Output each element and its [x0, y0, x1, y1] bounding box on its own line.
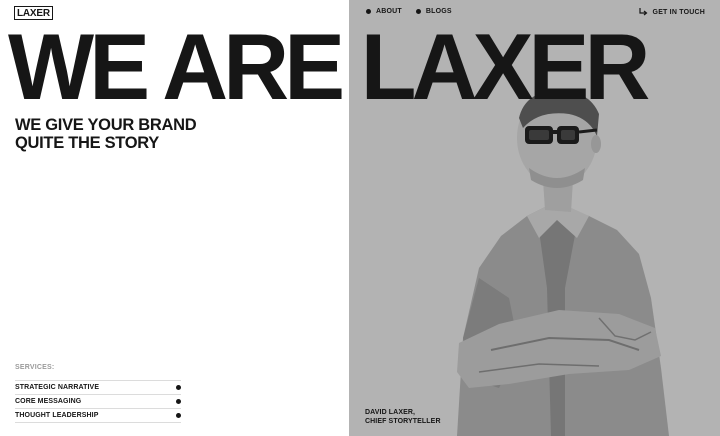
service-item-thought-leadership[interactable]: THOUGHT LEADERSHIP: [15, 408, 181, 423]
portrait-image: [457, 90, 669, 436]
tagline-line-2: QUITE THE STORY: [15, 134, 160, 152]
service-item-core-messaging[interactable]: CORE MESSAGING: [15, 394, 181, 408]
bullet-icon: [176, 399, 181, 404]
service-item-label: STRATEGIC NARRATIVE: [15, 384, 100, 391]
hero-headline: WE ARE LAXER: [8, 14, 650, 119]
service-item-strategic-narrative[interactable]: STRATEGIC NARRATIVE: [15, 380, 181, 394]
bullet-icon: [176, 413, 181, 418]
portrait-name: DAVID LAXER,: [365, 409, 416, 416]
service-item-label: CORE MESSAGING: [15, 398, 82, 405]
bullet-icon: [176, 385, 181, 390]
portrait-caption: DAVID LAXER, CHIEF STORYTELLER: [365, 408, 441, 426]
services-heading: SERVICES:: [15, 364, 55, 371]
portrait-role: CHIEF STORYTELLER: [365, 418, 441, 425]
services-list: STRATEGIC NARRATIVE CORE MESSAGING THOUG…: [15, 380, 181, 423]
get-in-touch-label: GET IN TOUCH: [652, 8, 705, 16]
service-item-label: THOUGHT LEADERSHIP: [15, 412, 99, 419]
hero-tagline: WE GIVE YOUR BRAND QUITE THE STORY: [15, 116, 197, 152]
get-in-touch-link[interactable]: GET IN TOUCH: [638, 8, 705, 16]
